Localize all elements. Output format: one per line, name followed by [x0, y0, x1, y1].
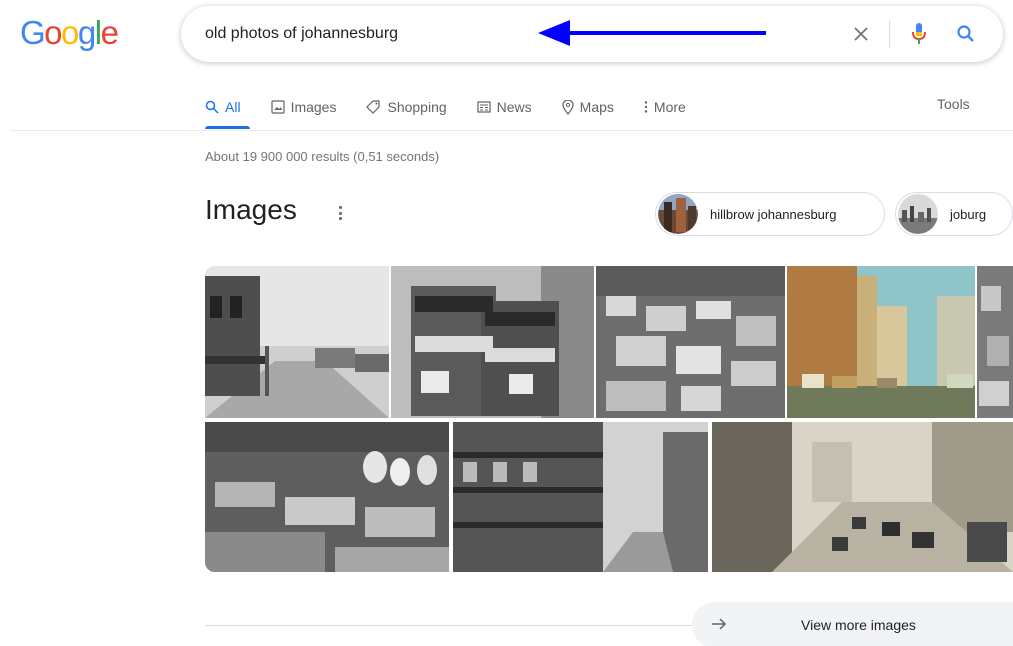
tab-label: Images: [290, 99, 337, 115]
image-thumbnail[interactable]: [977, 266, 1013, 418]
logo-letter: o: [61, 14, 79, 51]
annotation-arrow: [538, 20, 766, 46]
logo-letter: g: [77, 14, 96, 51]
tab-more[interactable]: More: [644, 99, 686, 115]
photo-street-scene: [205, 266, 389, 418]
tab-label: All: [225, 99, 241, 115]
tab-all[interactable]: All: [205, 99, 241, 115]
view-more-label: View more images: [801, 617, 916, 633]
clear-search-button[interactable]: [847, 20, 875, 48]
photo-busy-street: [712, 422, 1013, 572]
image-thumbnail[interactable]: [205, 266, 389, 418]
tab-news[interactable]: News: [477, 99, 532, 115]
close-icon: [854, 27, 868, 41]
more-vert-icon: [644, 101, 648, 113]
search-box: [181, 6, 1003, 62]
images-heading[interactable]: Images: [205, 194, 297, 226]
photo-balcony-street: [453, 422, 708, 572]
microphone-icon: [912, 23, 926, 44]
map-pin-icon: [562, 99, 574, 115]
tab-label: Shopping: [387, 99, 447, 115]
search-icon: [205, 100, 219, 114]
chip-label: joburg: [950, 206, 987, 222]
section-divider: [205, 625, 695, 626]
dot: [338, 206, 342, 209]
header-divider: [10, 130, 1013, 131]
tab-label: More: [653, 99, 686, 115]
photo-aerial-mine-dumps: [205, 422, 449, 572]
chip-thumbnail: [898, 194, 938, 234]
search-tabs: All Images Shopping News Maps More: [205, 96, 716, 118]
tab-label: News: [496, 99, 532, 115]
search-divider: [889, 20, 890, 48]
image-thumbnail[interactable]: [712, 422, 1013, 572]
tab-shopping[interactable]: Shopping: [366, 99, 447, 115]
image-thumbnail[interactable]: [391, 266, 594, 418]
search-icon: [957, 25, 974, 42]
dot: [338, 217, 342, 220]
result-stats: About 19 900 000 results (0,51 seconds): [205, 149, 440, 164]
image-thumbnail[interactable]: [453, 422, 708, 572]
arrow-right-icon: [712, 618, 727, 630]
google-logo[interactable]: Google: [20, 14, 119, 52]
image-thumbnail[interactable]: [787, 266, 975, 418]
search-submit-button[interactable]: [951, 19, 981, 49]
photo-aerial-city: [596, 266, 785, 418]
image-icon: [270, 100, 285, 114]
logo-letter: o: [44, 14, 62, 51]
image-results-grid: [205, 266, 1013, 572]
chip-label: hillbrow johannesburg: [710, 206, 837, 222]
newspaper-icon: [477, 101, 491, 113]
images-menu-button[interactable]: [334, 204, 346, 222]
chip-thumbnail: [658, 194, 698, 234]
logo-letter: e: [100, 14, 119, 51]
logo-letter: G: [20, 14, 46, 51]
chip-hillbrow-johannesburg[interactable]: hillbrow johannesburg: [655, 192, 885, 236]
image-thumbnail[interactable]: [205, 422, 449, 572]
dot: [338, 211, 342, 215]
photo-aerial-partial: [977, 266, 1013, 418]
active-tab-indicator: [205, 126, 250, 129]
photo-trams: [391, 266, 594, 418]
voice-search-button[interactable]: [905, 19, 933, 49]
tab-maps[interactable]: Maps: [562, 99, 614, 115]
chip-joburg[interactable]: joburg: [895, 192, 1013, 236]
photo-colour-street: [787, 266, 975, 418]
tools-button[interactable]: Tools: [937, 96, 970, 112]
view-more-images-button[interactable]: View more images: [692, 602, 1013, 646]
image-thumbnail[interactable]: [596, 266, 785, 418]
tab-label: Maps: [579, 99, 614, 115]
tag-icon: [366, 100, 381, 114]
tab-images[interactable]: Images: [270, 99, 337, 115]
